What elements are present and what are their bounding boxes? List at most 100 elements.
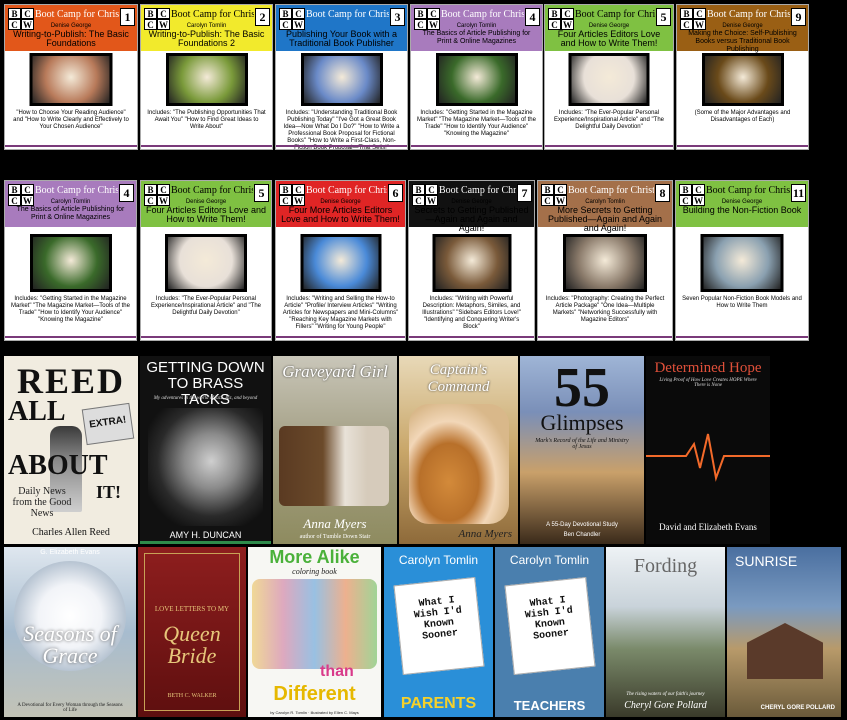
book-author: Carolyn Tomlin bbox=[509, 553, 590, 567]
logo-letter: B bbox=[414, 8, 427, 19]
book-title: The Basics of Article Publishing for Pri… bbox=[422, 30, 531, 45]
cover-bottom-line bbox=[538, 336, 672, 338]
book-subtitle: Mark's Record of the Life and Ministry o… bbox=[535, 438, 629, 450]
series-name: Boot Camp for Christian Writers bbox=[171, 9, 254, 20]
book-title: What I Wish I'd Known Sooner bbox=[413, 595, 463, 643]
logo-letter: C bbox=[692, 184, 705, 195]
bccw-book-cover-row1-0[interactable]: BCCWBoot Camp for Christian Writers1Deni… bbox=[4, 4, 138, 150]
logo-letter: B bbox=[8, 184, 21, 195]
book-cover-sunrise[interactable]: SUNRISE CHERYL GORE POLLARD bbox=[727, 547, 841, 717]
book-author: Carolyn Tomlin bbox=[456, 23, 497, 29]
book-title: Publishing Your Book with a Traditional … bbox=[285, 29, 398, 48]
book-author: Anna Myers bbox=[303, 516, 367, 531]
book-cover-seasons-of-grace[interactable]: G. Elizabeth Evans Seasons of Grace A De… bbox=[4, 547, 136, 717]
logo-letter: C bbox=[427, 8, 440, 19]
cover-photo bbox=[300, 234, 381, 292]
logo-letter: B bbox=[680, 8, 693, 19]
logo-letter: B bbox=[144, 8, 157, 19]
children-illustration bbox=[252, 579, 377, 669]
bccw-book-cover-row2-5[interactable]: BCCWBoot Camp for Christian Writers11Den… bbox=[675, 180, 809, 341]
book-author: G. Elizabeth Evans bbox=[40, 549, 100, 556]
book-cover-graveyard-girl[interactable]: Graveyard Girl author of Tumble Down Sta… bbox=[273, 356, 397, 544]
logo-letter: B bbox=[412, 184, 425, 195]
bccw-book-cover-row1-2[interactable]: BCCWBoot Camp for Christian Writers3 Publ… bbox=[275, 4, 408, 150]
book-cover-wish-known-parents[interactable]: Carolyn Tomlin What I Wish I'd Known Soo… bbox=[384, 547, 493, 717]
book-author: David and Elizabeth Evans bbox=[659, 522, 757, 532]
bccw-book-cover-row1-5[interactable]: BCCWBoot Camp for Christian Writers9Deni… bbox=[676, 4, 809, 150]
logo-letter: B bbox=[279, 8, 292, 19]
series-name: Boot Camp for Christian Writers bbox=[171, 185, 253, 196]
logo-letter: B bbox=[144, 184, 157, 195]
bccw-book-cover-row1-3[interactable]: BCCWBoot Camp for Christian Writers4Caro… bbox=[410, 4, 543, 150]
series-name: Boot Camp for Christian Writers bbox=[441, 9, 524, 20]
book-cover-more-alike-than-different[interactable]: More Alike coloring book than Different … bbox=[248, 547, 381, 717]
cover-photo bbox=[563, 234, 647, 292]
book-title: Writing-to-Publish: The Basic Foundation… bbox=[148, 29, 265, 48]
book-author: Ben Chandler bbox=[563, 532, 601, 538]
horse-and-girl-illustration bbox=[279, 426, 389, 506]
cover-bottom-line bbox=[409, 336, 534, 338]
book-cover-determined-hope[interactable]: Determined Hope Living Proof of How Love… bbox=[646, 356, 770, 544]
book-author: Anna Myers bbox=[458, 528, 512, 540]
logo-letter: C bbox=[21, 184, 34, 195]
book-title: The Basics of Article Publishing for Pri… bbox=[16, 206, 125, 221]
bccw-book-cover-row2-0[interactable]: BCCWBoot Camp for Christian Writers4Caro… bbox=[4, 180, 137, 341]
book-cover-55-glimpses[interactable]: 55 Glimpses Mark's Record of the Life an… bbox=[520, 356, 644, 544]
book-cover-queen-bride[interactable]: LOVE LETTERS TO MY Queen Bride BETH C. W… bbox=[138, 547, 246, 717]
bccw-book-cover-row2-3[interactable]: BCCWBoot Camp for Christian Writers7Deni… bbox=[408, 180, 535, 341]
book-cover-brass-tacks[interactable]: GETTING DOWN TO BRASS TACKS My adventure… bbox=[140, 356, 271, 544]
volume-number: 3 bbox=[390, 8, 405, 26]
book-title: Determined Hope bbox=[654, 360, 762, 376]
cover-bullets: Includes: "Photography: Creating the Per… bbox=[545, 296, 665, 323]
cover-bullets: Includes: "The Ever-Popular Personal Exp… bbox=[151, 296, 261, 316]
book-title: Four More Articles Editors Love and How … bbox=[281, 205, 400, 224]
book-subtitle: A Devotional for Every Woman through the… bbox=[17, 703, 123, 713]
cover-bottom-line bbox=[141, 145, 272, 147]
book-author: Denise George bbox=[722, 23, 763, 29]
book-title: SUNRISE bbox=[735, 553, 798, 569]
book-title: More Alike bbox=[269, 547, 360, 567]
book-audience: TEACHERS bbox=[513, 698, 586, 713]
cover-bullets: Includes: "Getting Started in the Magazi… bbox=[11, 296, 130, 323]
book-audience: PARENTS bbox=[400, 695, 477, 712]
bccw-book-cover-row2-1[interactable]: BCCWBoot Camp for Christian Writers5Deni… bbox=[140, 180, 272, 341]
book-title: Writing-to-Publish: The Basic Foundation… bbox=[13, 29, 129, 48]
cover-bottom-line bbox=[276, 145, 407, 147]
book-title: Secrets to Getting Published—Again and A… bbox=[414, 205, 529, 233]
book-subtitle: Daily News from the Good News bbox=[12, 486, 72, 519]
book-small-credit: author of Tumble Down Stair bbox=[299, 534, 371, 540]
bccw-book-cover-row1-1[interactable]: BCCWBoot Camp for Christian Writers2Caro… bbox=[140, 4, 273, 150]
book-cover-fording[interactable]: Fording The rising waters of our faith's… bbox=[606, 547, 725, 717]
series-name: Boot Camp for Christian Writers bbox=[306, 9, 389, 20]
series-name: Boot Camp for Christian Writers bbox=[707, 9, 790, 20]
bccw-book-cover-row1-4[interactable]: BCCWBoot Camp for Christian Writers5Deni… bbox=[544, 4, 674, 150]
book-title: Fording bbox=[633, 555, 698, 577]
cover-bullets: Includes: "Getting Started in the Magazi… bbox=[417, 110, 536, 137]
book-author: Charles Allen Reed bbox=[32, 527, 110, 538]
book-title: Making the Choice: Self-Publishing Books… bbox=[688, 30, 797, 53]
book-title-than: than bbox=[320, 663, 354, 680]
cover-bullets: Includes: "Understanding Traditional Boo… bbox=[283, 110, 400, 150]
book-cover-captains-command[interactable]: Captain's Command Anna Myers bbox=[399, 356, 518, 544]
book-title-different: Different bbox=[273, 683, 356, 705]
book-subtitle: Living Proof of How Love Creates HOPE Wh… bbox=[659, 378, 757, 388]
girl-with-dog-illustration bbox=[409, 404, 509, 524]
logo-letter: B bbox=[279, 184, 292, 195]
book-subtitle: coloring book bbox=[292, 567, 337, 576]
bccw-book-cover-row2-4[interactable]: BCCWBoot Camp for Christian Writers8Caro… bbox=[537, 180, 673, 341]
cover-bottom-line bbox=[276, 336, 405, 338]
book-cover-wish-known-teachers[interactable]: Carolyn Tomlin What I Wish I'd Known Soo… bbox=[495, 547, 604, 717]
cover-photo bbox=[568, 53, 650, 106]
newspaper-graphic: EXTRA! bbox=[81, 402, 135, 446]
cover-bottom-line bbox=[676, 336, 808, 338]
book-title: Seasons of Grace bbox=[23, 621, 117, 668]
bccw-book-cover-row2-2[interactable]: BCCWBoot Camp for Christian Writers6Deni… bbox=[275, 180, 406, 341]
book-title: Queen Bride bbox=[163, 621, 221, 668]
cover-bullets: Includes: "The Ever-Popular Personal Exp… bbox=[554, 110, 664, 130]
book-cover-reed-all-about-it[interactable]: REED ALL EXTRA! ABOUT IT! Daily News fro… bbox=[4, 356, 138, 544]
newspaper-extra-label: EXTRA! bbox=[88, 414, 127, 431]
cover-bottom-line bbox=[5, 336, 136, 338]
series-name: Boot Camp for Christian Writers bbox=[306, 185, 387, 196]
series-name: Boot Camp for Christian Writers bbox=[568, 185, 654, 196]
cover-bullets: Includes: "The Publishing Opportunities … bbox=[147, 110, 266, 130]
